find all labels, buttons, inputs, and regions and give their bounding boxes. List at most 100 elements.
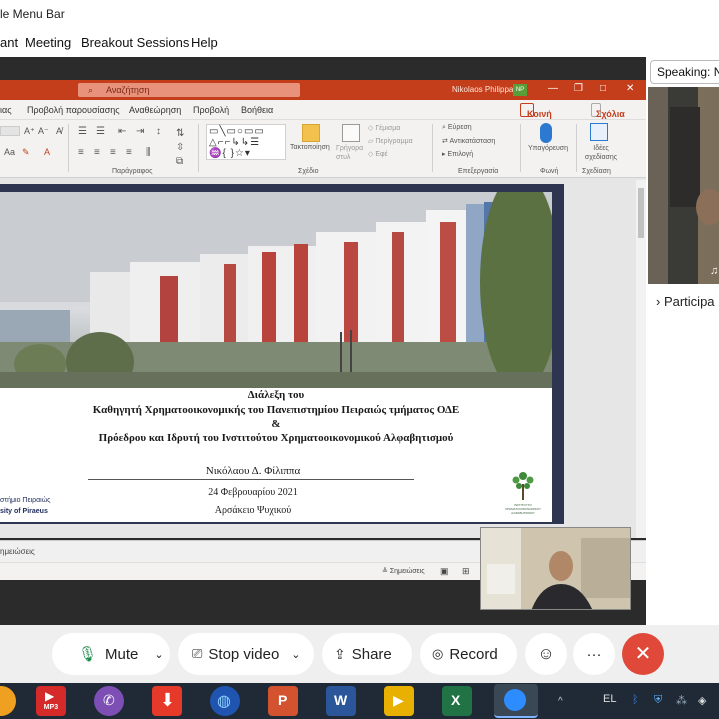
dictate-label[interactable]: Υπαγόρευση	[528, 145, 568, 152]
powerpoint-taskbar-icon[interactable]: P	[268, 686, 298, 716]
tab-design[interactable]: ιας	[0, 105, 12, 115]
zoom-taskbar-icon[interactable]	[494, 684, 538, 718]
group-voice-label: Φωνή	[540, 168, 559, 175]
arrange-icon[interactable]	[302, 124, 320, 142]
show-hidden-icons[interactable]: ^	[558, 696, 563, 707]
designer-icon[interactable]	[590, 123, 608, 141]
shape-effects-button[interactable]: ◇ Εφέ	[368, 150, 388, 158]
group-paragraph-label: Παράγραφος	[112, 168, 153, 175]
mute-button[interactable]: 🎙 Mute ⌄	[52, 633, 170, 675]
speaker-video[interactable]: ♫	[648, 87, 719, 284]
menu-item-breakout-sessions[interactable]: Breakout Sessions	[81, 35, 189, 50]
columns-icon[interactable]: ⫼	[146, 147, 151, 158]
more-button[interactable]: ···	[573, 633, 615, 675]
excel-letter: X	[451, 692, 461, 708]
align-right-icon[interactable]: ≡	[110, 147, 116, 158]
shield-icon[interactable]: ⛨	[654, 694, 662, 707]
notes-toggle[interactable]: ≜ Σημειώσεις	[382, 567, 425, 575]
participants-toggle[interactable]: › Participa	[656, 294, 715, 309]
ppt-search-box[interactable]: ⌕ Αναζήτηση	[78, 83, 300, 97]
replace-button[interactable]: ⇄ Αντικατάσταση	[442, 137, 495, 145]
scrollbar-thumb[interactable]	[638, 188, 644, 238]
bullets-icon[interactable]: ☰	[78, 126, 87, 137]
slide-presenter-name: Νικόλαου Δ. Φίλιππα	[205, 465, 301, 477]
down-arrow-icon: ⬇	[160, 690, 176, 710]
search-icon: ⌕	[88, 85, 94, 95]
slide-divider	[88, 479, 414, 480]
microphone-icon[interactable]	[540, 123, 552, 143]
slide-sorter-icon[interactable]: ⊞	[462, 566, 470, 577]
shape-outline-label: Περίγραμμα	[375, 138, 413, 145]
media-player-icon[interactable]: ▶	[384, 686, 414, 716]
language-indicator[interactable]: EL	[603, 693, 616, 705]
bluetooth-icon[interactable]: ᛒ	[632, 694, 639, 706]
arrange-label[interactable]: Τακτοποίηση	[290, 144, 330, 151]
teams-icon[interactable]: ⁂	[676, 694, 687, 707]
tab-review[interactable]: Αναθεώρηση	[129, 105, 181, 115]
powerpoint-letter: P	[278, 692, 288, 708]
align-center-icon[interactable]: ≡	[94, 147, 100, 158]
tab-slideshow[interactable]: Προβολή παρουσίασης	[27, 105, 120, 115]
grow-font-icon[interactable]: A⁺	[24, 126, 35, 137]
smartart-icon[interactable]: ⧉	[176, 156, 183, 167]
designer-ideas-label[interactable]: Ιδέες σχεδίασης	[584, 144, 618, 162]
ribbon-tabs: ιας Προβολή παρουσίασης Αναθεώρηση Προβο…	[0, 100, 646, 129]
word-taskbar-icon[interactable]: W	[326, 686, 356, 716]
chevron-down-icon[interactable]: ⌄	[291, 648, 300, 661]
select-button[interactable]: ▸ Επιλογή	[442, 150, 473, 158]
globe-icon: ◍	[217, 693, 231, 710]
tab-view[interactable]: Προβολή	[193, 105, 229, 115]
share-button[interactable]: ⇪ Share	[322, 633, 412, 675]
globe-app-icon[interactable]: ◍	[210, 686, 240, 716]
highlight-icon[interactable]: ✎	[22, 147, 30, 158]
stop-video-button[interactable]: ⎚ Stop video ⌄	[178, 633, 314, 675]
reactions-button[interactable]: ☺	[525, 633, 567, 675]
excel-taskbar-icon[interactable]: X	[442, 686, 472, 716]
comments-button[interactable]: Σχόλια	[591, 103, 625, 119]
font-color-icon[interactable]: A	[44, 147, 50, 157]
shape-fill-button[interactable]: ◇ Γέμισμα	[368, 124, 400, 132]
font-size-box[interactable]	[0, 126, 20, 136]
chevron-down-icon[interactable]: ⌄	[154, 648, 163, 661]
shrink-font-icon[interactable]: A⁻	[38, 126, 49, 137]
download-app-icon[interactable]: ⬇	[152, 686, 182, 716]
menu-item-assistant[interactable]: ant	[0, 35, 18, 50]
record-button[interactable]: ◎ Record	[420, 633, 517, 675]
align-text-icon[interactable]: ⇳	[176, 142, 184, 153]
line-spacing-icon[interactable]: ↕	[156, 126, 161, 137]
play-icon: ▶	[393, 692, 404, 708]
close-icon[interactable]: ✕	[626, 83, 634, 94]
network-icon[interactable]: ◈	[698, 694, 706, 707]
minimize-icon[interactable]: —	[548, 83, 558, 94]
tab-help[interactable]: Βοήθεια	[241, 105, 273, 115]
font-case-icon[interactable]: Aa	[4, 147, 15, 157]
numbering-icon[interactable]: ☰	[96, 126, 105, 137]
institute-logo-text: ΙΝΣΤΙΤΟΥΤΟ ΧΡΗΜΑΤΟΟΙΚΟΝΟΜΙΚΟΥ ΑΛΦΑΒΗΤΙΣΜ…	[505, 503, 541, 515]
shape-outline-button[interactable]: ▱ Περίγραμμα	[368, 137, 413, 145]
justify-icon[interactable]: ≡	[126, 147, 132, 158]
indent-icon[interactable]: ⇤	[118, 126, 126, 137]
menu-item-help[interactable]: Help	[191, 35, 218, 50]
restore-icon[interactable]: ❐	[574, 83, 583, 94]
group-editing-label: Επεξεργασία	[458, 168, 499, 175]
outdent-icon[interactable]: ⇥	[136, 126, 144, 137]
quick-styles-label[interactable]: Γρήγορα στυλ	[336, 144, 366, 162]
university-name-english: sity of Piraeus	[0, 508, 48, 515]
quick-styles-icon[interactable]	[342, 124, 360, 142]
mp3-label: MP3	[43, 704, 59, 711]
clear-format-icon[interactable]: A̸	[56, 126, 62, 136]
menu-item-meeting[interactable]: Meeting	[25, 35, 71, 50]
avatar[interactable]: NP	[513, 84, 527, 96]
mp3-app-icon[interactable]: MP3 ▶	[36, 686, 66, 716]
maximize-icon[interactable]: □	[600, 83, 606, 94]
leave-button[interactable]: ✕	[622, 633, 664, 675]
text-direction-icon[interactable]: ⇅	[176, 128, 184, 139]
normal-view-icon[interactable]: ▣	[440, 566, 449, 577]
shapes-gallery[interactable]: ▭╲▭○▭▭ △⌐⌐↳↳☰ ♒{ }☆▾	[206, 124, 286, 160]
group-designer-label: Σχεδίαση	[582, 168, 611, 175]
find-button[interactable]: ⌕ Εύρεση	[442, 124, 472, 132]
share-ppt-button[interactable]: Κοινή χρήση	[520, 103, 555, 129]
align-left-icon[interactable]: ≡	[78, 147, 84, 158]
self-video[interactable]	[480, 527, 631, 610]
viber-icon[interactable]: ✆	[94, 686, 124, 716]
